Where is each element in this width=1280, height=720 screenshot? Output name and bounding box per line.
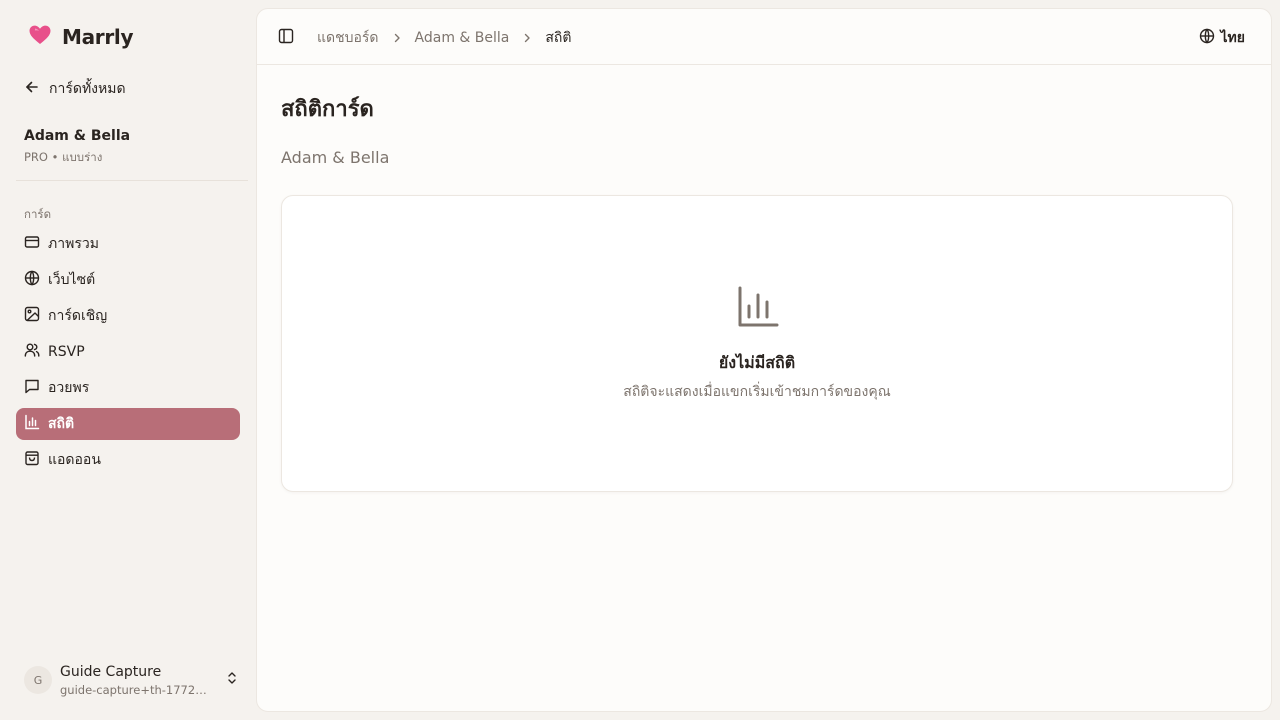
sidebar: Marrly การ์ดทั้งหมด Adam & Bella PRO • แ…: [0, 0, 256, 720]
arrow-left-icon: [24, 79, 40, 99]
empty-state-text: สถิติจะแสดงเมื่อแขกเริ่มเข้าชมการ์ดของคุ…: [623, 384, 891, 400]
bar-chart-icon: [737, 286, 779, 332]
breadcrumb: แดชบอร์ด Adam & Bella สถิติ: [317, 27, 571, 49]
brand[interactable]: Marrly: [28, 24, 134, 50]
avatar: G: [24, 666, 52, 694]
sidebar-toggle-icon[interactable]: [278, 28, 294, 48]
sidebar-item-overview[interactable]: ภาพรวม: [16, 228, 240, 260]
chevron-right-icon: [521, 32, 533, 44]
back-to-all-cards-link[interactable]: การ์ดทั้งหมด: [24, 78, 126, 100]
breadcrumb-current: สถิติ: [545, 30, 572, 46]
user-name: Guide Capture: [60, 663, 162, 680]
users-icon: [24, 342, 40, 362]
main-content: แดชบอร์ด Adam & Bella สถิติ ไทย สถิติการ…: [256, 8, 1272, 712]
sidebar-item-label: อวยพร: [48, 380, 90, 396]
language-switcher[interactable]: ไทย: [1199, 27, 1245, 49]
empty-state-title: ยังไม่มีสถิติ: [718, 353, 796, 372]
globe-icon: [24, 270, 40, 290]
sidebar-item-invitation[interactable]: การ์ดเชิญ: [16, 300, 240, 332]
stats-empty-panel: ยังไม่มีสถิติ สถิติจะแสดงเมื่อแขกเริ่มเข…: [281, 195, 1233, 492]
sidebar-item-label: แอดออน: [48, 452, 101, 468]
breadcrumb-card[interactable]: Adam & Bella: [415, 30, 510, 46]
bar-chart-icon: [24, 414, 40, 434]
page-title: สถิติการ์ด: [281, 97, 374, 122]
page-subtitle: Adam & Bella: [281, 148, 390, 167]
sidebar-divider: [16, 180, 248, 181]
sidebar-item-label: การ์ดเชิญ: [48, 308, 108, 324]
card-plan-status: PRO • แบบร่าง: [24, 150, 103, 164]
sidebar-item-label: RSVP: [48, 344, 85, 360]
sidebar-item-stats[interactable]: สถิติ: [16, 408, 240, 440]
chevron-up-down-icon: [224, 670, 240, 690]
breadcrumb-dashboard[interactable]: แดชบอร์ด: [317, 27, 379, 49]
brand-name: Marrly: [62, 25, 134, 49]
sidebar-nav: ภาพรวม เว็บไซต์ การ์ดเชิญ RSVP อวยพร สถิ…: [16, 228, 240, 480]
sidebar-item-label: ภาพรวม: [48, 236, 99, 252]
message-icon: [24, 378, 40, 398]
sidebar-item-wishes[interactable]: อวยพร: [16, 372, 240, 404]
sidebar-item-label: สถิติ: [48, 416, 75, 432]
sidebar-item-label: เว็บไซต์: [48, 272, 96, 288]
globe-icon: [1199, 28, 1215, 48]
language-label: ไทย: [1220, 30, 1245, 46]
sidebar-item-rsvp[interactable]: RSVP: [16, 336, 240, 368]
shopping-bag-icon: [24, 450, 40, 470]
user-menu[interactable]: G Guide Capture guide-capture+th-17725..…: [24, 660, 240, 700]
sidebar-item-addons[interactable]: แอดออน: [16, 444, 240, 476]
sidebar-section-label: การ์ด: [24, 207, 52, 221]
chevron-right-icon: [391, 32, 403, 44]
image-icon: [24, 306, 40, 326]
card-icon: [24, 234, 40, 254]
user-email: guide-capture+th-17725...: [60, 682, 212, 697]
sidebar-item-website[interactable]: เว็บไซต์: [16, 264, 240, 296]
top-bar: แดชบอร์ด Adam & Bella สถิติ ไทย: [257, 9, 1271, 65]
back-link-label: การ์ดทั้งหมด: [49, 81, 126, 97]
heart-logo-icon: [28, 24, 52, 50]
card-title: Adam & Bella: [24, 128, 131, 144]
